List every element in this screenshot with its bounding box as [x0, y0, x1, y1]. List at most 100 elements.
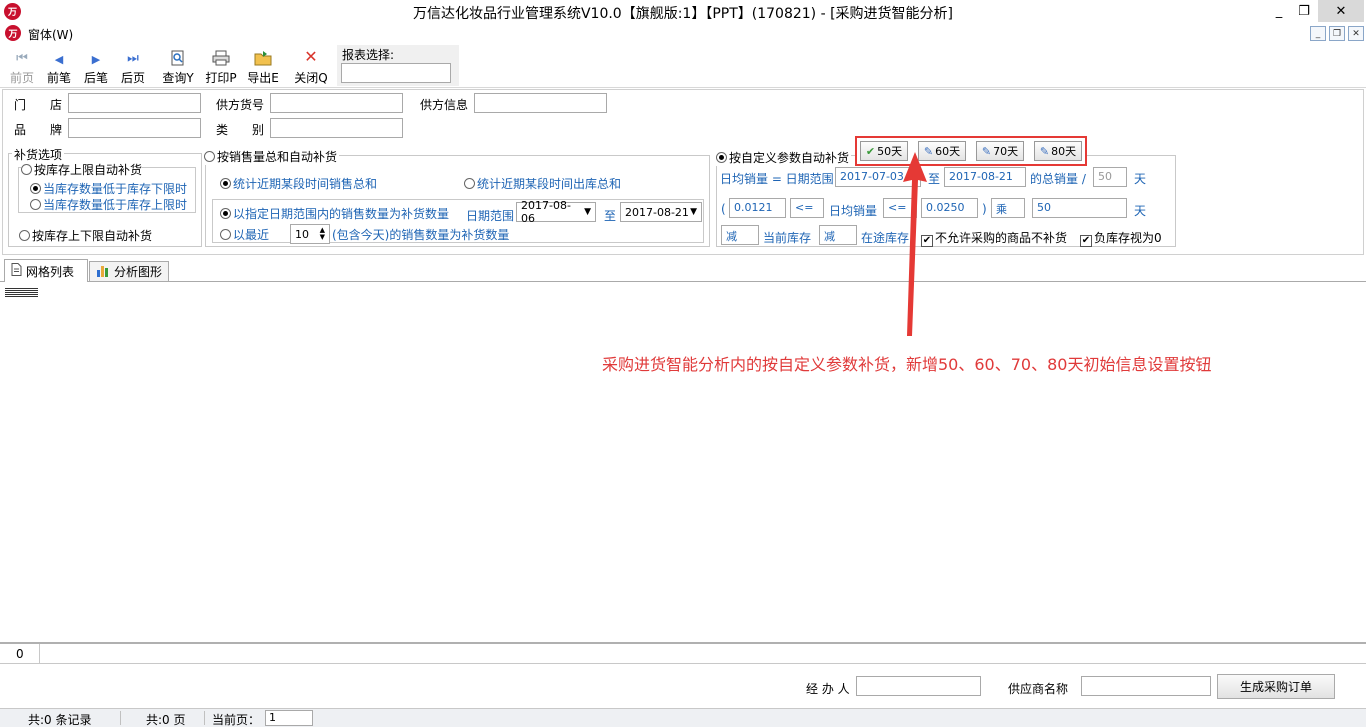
below-lower-radio-icon: [30, 183, 41, 194]
brand-label: 品 牌: [14, 123, 63, 137]
status-bar: 共:0 条记录 共:0 页 当前页： 1: [0, 708, 1366, 727]
handler-input[interactable]: [856, 676, 981, 696]
mdi-close-button[interactable]: ✕: [1348, 26, 1364, 41]
recent-sales-radio[interactable]: 统计近期某段时间销售总和: [220, 175, 377, 192]
recent-suffix-label: (包含今天)的销售数量为补货数量: [332, 228, 510, 242]
tab-analysis-chart[interactable]: 分析图形: [89, 261, 169, 281]
close-icon: ✕: [304, 47, 318, 66]
chevron-down-icon: ▼: [690, 207, 697, 217]
custom-auto-radio[interactable]: 按自定义参数自动补货: [716, 149, 852, 166]
paren-open-label: (: [721, 202, 726, 216]
no-purchase-checkbox[interactable]: ✔ 不允许采购的商品不补货: [921, 229, 1067, 247]
total-sales-label: 的总销量 /: [1030, 172, 1086, 186]
brand-input[interactable]: [68, 118, 201, 138]
close-button[interactable]: ✕ 关闭Q: [293, 47, 329, 86]
sales-date-from-picker[interactable]: 2017-08-06 ▼: [516, 199, 596, 225]
close-window-button[interactable]: ✕: [1318, 0, 1364, 22]
below-upper-radio[interactable]: 当库存数量低于库存上限时: [30, 196, 187, 213]
record-count: 共:0 条记录: [28, 713, 92, 727]
stepper-arrows-icon[interactable]: ▲ ▼: [320, 227, 325, 241]
below-lower-radio[interactable]: 当库存数量低于库存下限时: [30, 180, 187, 197]
min-value-input[interactable]: 0.0121: [729, 198, 786, 218]
grid-header-icon: [5, 288, 38, 297]
current-stock-label: 当前库存: [763, 231, 812, 245]
status-divider: [120, 711, 121, 725]
below-upper-radio-icon: [30, 199, 41, 210]
menu-window[interactable]: 窗体(W): [28, 26, 73, 43]
report-select-panel: 报表选择:: [337, 45, 459, 86]
status-divider: [204, 711, 205, 725]
edit-icon: ✎: [981, 144, 992, 158]
supplier-code-input[interactable]: [270, 93, 403, 113]
title-bar: 万 万信达化妆品行业管理系统V10.0【旗舰版:1】【PPT】(170821) …: [0, 0, 1366, 24]
multiply-input[interactable]: 乘: [991, 198, 1025, 218]
supplier-info-input[interactable]: [474, 93, 607, 113]
tab-grid-list[interactable]: 网格列表: [4, 259, 88, 282]
recent-days-radio-icon: [220, 229, 231, 240]
upper-lower-auto-radio[interactable]: 按库存上下限自动补货: [19, 227, 152, 244]
toolbar: ⏮ 前页 ◀ 前笔 ▶ 后笔 ⏭ 后页 查询Y 打印P 导出E ✕ 关闭Q 报表…: [0, 44, 1366, 88]
minus1-input[interactable]: 减: [721, 225, 759, 245]
first-page-icon: ⏮: [16, 51, 28, 66]
sales-auto-radio-icon: [204, 151, 215, 162]
chevron-down-icon: ▼: [584, 207, 591, 217]
store-input[interactable]: [68, 93, 201, 113]
category-label: 类 别: [216, 123, 265, 137]
mdi-minimize-button[interactable]: _: [1310, 26, 1326, 41]
print-icon: [203, 48, 239, 66]
report-select-input[interactable]: [341, 63, 451, 83]
window-title: 万信达化妆品行业管理系统V10.0【旗舰版:1】【PPT】(170821) - …: [412, 6, 954, 22]
query-icon: [160, 48, 196, 66]
generate-order-button[interactable]: 生成采购订单: [1217, 674, 1335, 699]
mdi-restore-button[interactable]: ❐: [1329, 26, 1345, 41]
page-count: 共:0 页: [146, 713, 186, 727]
prev-record-button[interactable]: ◀ 前笔: [43, 48, 75, 86]
print-button[interactable]: 打印P: [203, 48, 239, 86]
day-70-button[interactable]: ✎ 70天: [976, 141, 1024, 161]
document-icon: [11, 263, 22, 279]
supplier-name-label: 供应商名称: [1008, 682, 1069, 696]
sales-auto-radio[interactable]: 按销售量总和自动补货: [204, 148, 340, 165]
negative-zero-checkbox[interactable]: ✔ 负库存视为0: [1080, 229, 1162, 247]
sales-date-to-picker[interactable]: 2017-08-21 ▼: [620, 202, 702, 222]
summary-row: 0: [0, 642, 1366, 664]
multiply-days-input[interactable]: 50: [1032, 198, 1127, 218]
last-page-button[interactable]: ⏭ 后页: [117, 48, 149, 86]
annotation-text: 采购进货智能分析内的按自定义参数补货，新增50、60、70、80天初始信息设置按…: [602, 355, 1212, 374]
minus2-input[interactable]: 减: [819, 225, 857, 245]
export-button[interactable]: 导出E: [245, 48, 281, 86]
next-record-button[interactable]: ▶ 后笔: [80, 48, 112, 86]
grid-area[interactable]: [0, 282, 1366, 642]
sales-to-label: 至: [604, 209, 617, 223]
minimize-button[interactable]: _: [1265, 0, 1293, 22]
supplier-name-input[interactable]: [1081, 676, 1211, 696]
next-record-icon: ▶: [91, 53, 101, 66]
sales-date-range-label: 日期范围: [466, 209, 515, 223]
category-input[interactable]: [270, 118, 403, 138]
handler-label: 经 办 人: [806, 682, 850, 696]
current-page-input[interactable]: 1: [265, 710, 313, 726]
day-80-button[interactable]: ✎ 80天: [1034, 141, 1082, 161]
op1-input[interactable]: <=: [790, 198, 824, 218]
export-icon: [245, 48, 281, 66]
days-input[interactable]: 50: [1093, 167, 1127, 187]
first-page-button[interactable]: ⏮ 前页: [6, 48, 38, 86]
edit-icon: ✎: [1039, 144, 1050, 158]
range-to-input[interactable]: 2017-08-21: [944, 167, 1026, 187]
supplier-code-label: 供方货号: [216, 98, 265, 112]
prev-record-icon: ◀: [54, 53, 64, 66]
avg-sales-label: 日均销量 = 日期范围: [720, 172, 834, 186]
store-label: 门 店: [14, 98, 63, 112]
specified-range-radio[interactable]: 以指定日期范围内的销售数量为补货数量: [220, 205, 449, 222]
recent-outbound-radio[interactable]: 统计近期某段时间出库总和: [464, 175, 621, 192]
checkbox-checked-icon: ✔: [1080, 235, 1092, 247]
avg-label: 日均销量: [829, 204, 878, 218]
upper-auto-radio[interactable]: 按库存上限自动补货: [21, 161, 143, 178]
recent-outbound-radio-icon: [464, 178, 475, 189]
last-page-icon: ⏭: [127, 51, 139, 66]
recent-days-radio[interactable]: 以最近: [220, 226, 269, 243]
query-button[interactable]: 查询Y: [160, 48, 196, 86]
maximize-button[interactable]: ❐: [1290, 0, 1318, 22]
paren-close-label: ): [982, 202, 987, 216]
recent-days-stepper[interactable]: 10 ▲ ▼: [290, 224, 330, 244]
